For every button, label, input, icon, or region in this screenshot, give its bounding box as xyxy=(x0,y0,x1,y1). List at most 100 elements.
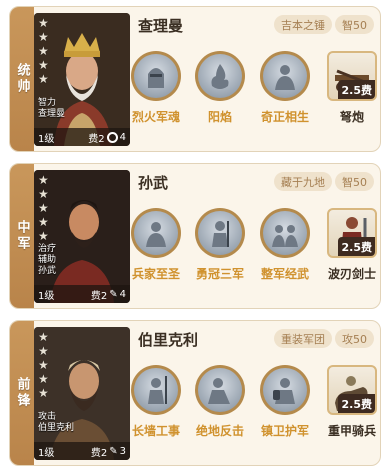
star-icon: ★ xyxy=(38,330,49,344)
spearman-icon xyxy=(148,376,167,404)
skill-slot-3[interactable]: 镇卫护军 xyxy=(255,365,315,439)
quill-icon: ✎ xyxy=(109,445,118,457)
star-icon: ★ xyxy=(38,58,49,72)
unit-label: 弩炮 xyxy=(339,110,364,124)
trait-badge: 吉本之锤 xyxy=(274,15,332,34)
star-icon: ★ xyxy=(38,344,49,358)
fighter-icon xyxy=(208,378,230,404)
skill-label: 镇卫护军 xyxy=(260,424,309,438)
skill-slot-2[interactable]: 勇冠三军 xyxy=(190,208,250,282)
star-rating: ★ ★ ★ ★ ★ xyxy=(38,17,49,85)
level-label: 1级 xyxy=(38,133,55,145)
star-icon: ★ xyxy=(38,386,49,400)
skill-label: 阳焰 xyxy=(207,110,232,124)
trait-badge: 藏于九地 xyxy=(274,172,332,191)
hero-portrait[interactable]: ★ ★ ★ ★ ★ 智力 查理曼 1级 费2 4 xyxy=(34,13,130,146)
hero-portrait[interactable]: ★ ★ ★ ★ ★ 攻击 伯里克利 1级 费2 ✎ 3 xyxy=(34,327,130,460)
hero-type-name: 伯里克利 xyxy=(38,423,75,433)
hero-info-bar: 1级 费2 ✎ 4 xyxy=(34,285,130,303)
stat-badge: 智50 xyxy=(335,172,374,191)
flame-icon xyxy=(211,64,229,89)
skill-label: 兵家至圣 xyxy=(131,267,180,281)
star-icon: ★ xyxy=(38,201,49,215)
soldier-icon xyxy=(212,221,229,247)
unit-slot[interactable]: 2.5费 弩炮 xyxy=(324,51,380,125)
hero-type-line: 治疗 xyxy=(38,244,57,254)
star-icon: ★ xyxy=(38,44,49,58)
skill-label: 整军经武 xyxy=(260,267,309,281)
cost-label: 费2 xyxy=(88,133,105,145)
hero-type-tag: 攻击 伯里克利 xyxy=(38,412,74,434)
unit-slot[interactable]: 2.5费 波刃剑士 xyxy=(324,208,380,282)
guard-icon xyxy=(273,378,295,404)
star-icon: ★ xyxy=(38,187,49,201)
stat-badge: 智50 xyxy=(335,15,374,34)
strategist-icon xyxy=(146,222,166,247)
role-strip: 统帅 xyxy=(10,7,34,151)
skill-label: 烈火军魂 xyxy=(131,110,180,124)
skill-label: 勇冠三军 xyxy=(195,267,244,281)
skill-label: 奇正相生 xyxy=(260,110,309,124)
role-label: 前锋 xyxy=(14,377,30,409)
skill-slot-1[interactable]: 烈火军魂 xyxy=(126,51,186,125)
star-icon: ★ xyxy=(38,16,49,30)
cost-label: 费2 xyxy=(90,290,108,302)
hero-info-bar: 1级 费2 ✎ 3 xyxy=(34,442,130,460)
hero-name: 孙武 xyxy=(138,174,169,192)
role-label: 统帅 xyxy=(14,63,30,95)
star-icon: ★ xyxy=(38,229,49,243)
hero-portrait[interactable]: ★ ★ ★ ★ ★ 治疗 辅助 孙武 1级 费2 ✎ 4 xyxy=(34,170,130,303)
star-icon: ★ xyxy=(38,372,49,386)
skill-label: 长墙工事 xyxy=(131,424,180,438)
star-rating: ★ ★ ★ ★ ★ xyxy=(38,331,49,399)
role-label: 中军 xyxy=(14,220,30,252)
hero-card-sunwu[interactable]: 中军 ★ ★ ★ ★ ★ 治疗 辅助 孙武 1级 费2 ✎ 4 孙武 藏于九地 … xyxy=(9,163,381,309)
trait-badge: 重装军团 xyxy=(274,329,332,348)
star-icon: ★ xyxy=(38,358,49,372)
cost-label: 费2 xyxy=(90,447,108,459)
unit-cost: 2.5费 xyxy=(337,237,375,256)
skill-slot-1[interactable]: 长墙工事 xyxy=(126,365,186,439)
quill-icon: ✎ xyxy=(109,288,118,300)
star-icon: ★ xyxy=(38,72,49,86)
star-icon: ★ xyxy=(38,173,49,187)
skill-slot-3[interactable]: 奇正相生 xyxy=(255,51,315,125)
hero-card-pericles[interactable]: 前锋 ★ ★ ★ ★ ★ 攻击 伯里克利 1级 费2 ✎ 3 伯里克利 重装军团… xyxy=(9,320,381,466)
unit-label: 波刃剑士 xyxy=(327,267,376,281)
hero-name: 查理曼 xyxy=(138,17,184,35)
troops-icon xyxy=(272,225,298,247)
hero-type-line: 辅助 xyxy=(38,255,57,265)
hero-type-name: 孙武 xyxy=(38,266,57,276)
skill-slot-2[interactable]: 阳焰 xyxy=(190,51,250,125)
skill-label: 绝地反击 xyxy=(195,424,244,438)
hero-name: 伯里克利 xyxy=(138,331,199,349)
unit-slot[interactable]: 2.5费 重甲骑兵 xyxy=(324,365,380,439)
star-icon: ★ xyxy=(38,30,49,44)
hero-type-line: 智力 xyxy=(38,98,57,108)
target-icon xyxy=(106,131,118,143)
role-strip: 前锋 xyxy=(10,321,34,465)
skill-slot-3[interactable]: 整军经武 xyxy=(255,208,315,282)
skill-slot-1[interactable]: 兵家至圣 xyxy=(126,208,186,282)
hero-type-tag: 智力 查理曼 xyxy=(38,98,65,120)
level-label: 1级 xyxy=(38,290,55,302)
knight-helmet-icon xyxy=(148,68,164,88)
star-icon: ★ xyxy=(38,215,49,229)
stat-badge: 攻50 xyxy=(335,329,374,348)
level-label: 1级 xyxy=(38,447,55,459)
count-label: 3 xyxy=(119,445,126,457)
star-rating: ★ ★ ★ ★ ★ xyxy=(38,174,49,242)
hero-info-bar: 1级 费2 4 xyxy=(34,128,130,146)
count-label: 4 xyxy=(119,288,126,300)
hero-card-charlemagne[interactable]: 统帅 ★ ★ ★ ★ ★ 智力 查理曼 1级 费2 4 查理曼 吉本之锤 智50… xyxy=(9,6,381,152)
role-strip: 中军 xyxy=(10,164,34,308)
unit-label: 重甲骑兵 xyxy=(327,424,376,438)
skill-slot-2[interactable]: 绝地反击 xyxy=(190,365,250,439)
hero-type-line: 攻击 xyxy=(38,412,57,422)
hero-type-tag: 治疗 辅助 孙武 xyxy=(38,244,56,277)
count-label: 4 xyxy=(119,131,126,143)
unit-cost: 2.5费 xyxy=(337,80,375,99)
unit-cost: 2.5费 xyxy=(337,394,375,413)
hero-type-name: 查理曼 xyxy=(38,109,66,119)
warrior-icon xyxy=(275,65,295,90)
